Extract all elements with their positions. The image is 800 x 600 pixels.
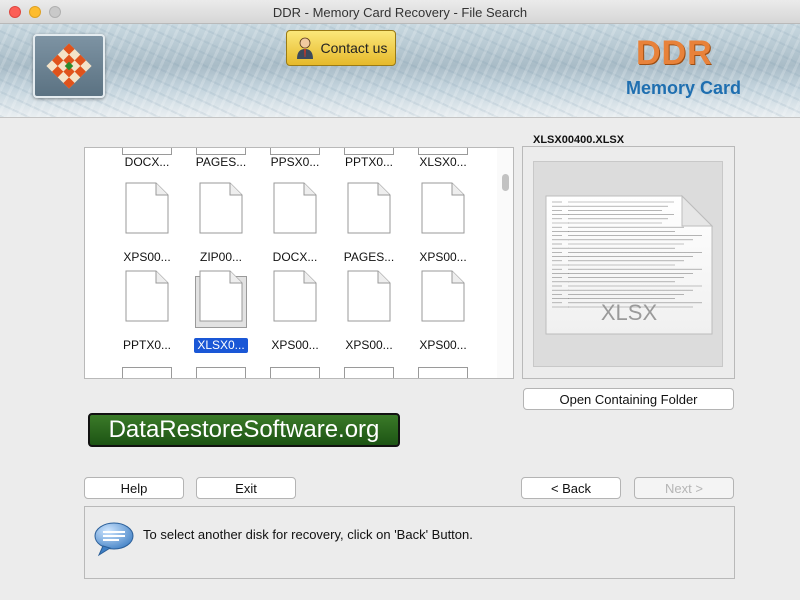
file-icon: [343, 270, 395, 328]
file-item-partial[interactable]: [196, 367, 246, 378]
file-item[interactable]: PAGES...: [191, 148, 251, 170]
file-icon: [417, 270, 469, 328]
brand-subtitle: Memory Card: [626, 78, 742, 98]
file-icon: [418, 148, 468, 155]
contact-us-label: Contact us: [320, 40, 388, 56]
file-label: PAGES...: [343, 250, 395, 264]
file-label: XPS00...: [123, 250, 171, 264]
file-icon: [343, 182, 395, 240]
preview-area: XLSX: [533, 161, 723, 367]
file-item[interactable]: DOCX...: [265, 182, 325, 265]
file-item[interactable]: XPS00...: [413, 270, 473, 353]
file-item-partial[interactable]: [418, 367, 468, 378]
file-item[interactable]: PPTX0...: [339, 148, 399, 170]
exit-button[interactable]: Exit: [196, 477, 296, 499]
file-item-partial[interactable]: [122, 367, 172, 378]
file-item[interactable]: XPS00...: [339, 270, 399, 353]
vertical-scrollbar[interactable]: [497, 148, 513, 378]
file-label: XPS00...: [345, 338, 393, 352]
file-icon: [122, 148, 172, 155]
info-panel: To select another disk for recovery, cli…: [84, 506, 735, 579]
file-label: DOCX...: [124, 155, 170, 169]
file-label: PAGES...: [195, 155, 247, 169]
file-item[interactable]: PPSX0...: [265, 148, 325, 170]
xlsx-type-label: XLSX: [601, 300, 658, 325]
file-label: XPS00...: [271, 338, 319, 352]
file-item-partial[interactable]: [344, 367, 394, 378]
contact-us-button[interactable]: Contact us: [286, 30, 396, 66]
file-item[interactable]: PPTX0...: [117, 270, 177, 353]
file-item[interactable]: DOCX...: [117, 148, 177, 170]
file-icon: [121, 270, 173, 328]
preview-panel: XLSX: [522, 146, 735, 379]
file-grid-panel[interactable]: DOCX... PAGES... PPSX0... PPTX0... XLSX0... X…: [84, 147, 514, 379]
next-button: Next >: [634, 477, 734, 499]
file-icon: [417, 182, 469, 240]
file-label: XPS00...: [419, 338, 467, 352]
watermark-banner: DataRestoreSoftware.org: [88, 413, 400, 447]
file-icon: [270, 148, 320, 155]
file-label: PPTX0...: [122, 338, 172, 352]
info-message: To select another disk for recovery, cli…: [143, 527, 473, 542]
help-button[interactable]: Help: [84, 477, 184, 499]
xlsx-document-icon: XLSX: [545, 194, 714, 335]
open-containing-folder-button[interactable]: Open Containing Folder: [523, 388, 734, 410]
file-item[interactable]: XLSX0...: [413, 148, 473, 170]
file-label: ZIP00...: [199, 250, 243, 264]
file-label: XLSX0...: [419, 155, 467, 169]
scrollbar-thumb[interactable]: [502, 174, 509, 191]
file-label: DOCX...: [272, 250, 318, 264]
file-icon: [195, 182, 247, 240]
person-icon: [296, 37, 313, 59]
file-item-selected[interactable]: XLSX0...: [191, 270, 251, 353]
window-title: DDR - Memory Card Recovery - File Search: [272, 5, 528, 20]
file-item[interactable]: XPS00...: [413, 182, 473, 265]
file-label: XLSX0...: [194, 338, 248, 353]
speech-bubble-icon: [94, 522, 134, 557]
file-label: PPSX0...: [270, 155, 320, 169]
file-icon: [344, 148, 394, 155]
preview-filename: XLSX00400.XLSX: [530, 134, 628, 146]
file-item[interactable]: XPS00...: [117, 182, 177, 265]
checkered-logo-icon: [46, 43, 92, 89]
brand-title: DDR: [636, 34, 713, 72]
app-logo: [33, 34, 105, 98]
back-button[interactable]: < Back: [521, 477, 621, 499]
file-label: PPTX0...: [344, 155, 394, 169]
file-icon: [121, 182, 173, 240]
title-bar: DDR - Memory Card Recovery - File Search: [0, 0, 800, 24]
file-item[interactable]: ZIP00...: [191, 182, 251, 265]
file-icon: [269, 270, 321, 328]
file-item[interactable]: PAGES...: [339, 182, 399, 265]
file-icon: [269, 182, 321, 240]
file-item[interactable]: XPS00...: [265, 270, 325, 353]
file-icon: [195, 270, 247, 328]
file-icon: [196, 148, 246, 155]
header-banner: Contact us DDR Memory Card: [0, 24, 800, 118]
file-label: XPS00...: [419, 250, 467, 264]
file-item-partial[interactable]: [270, 367, 320, 378]
